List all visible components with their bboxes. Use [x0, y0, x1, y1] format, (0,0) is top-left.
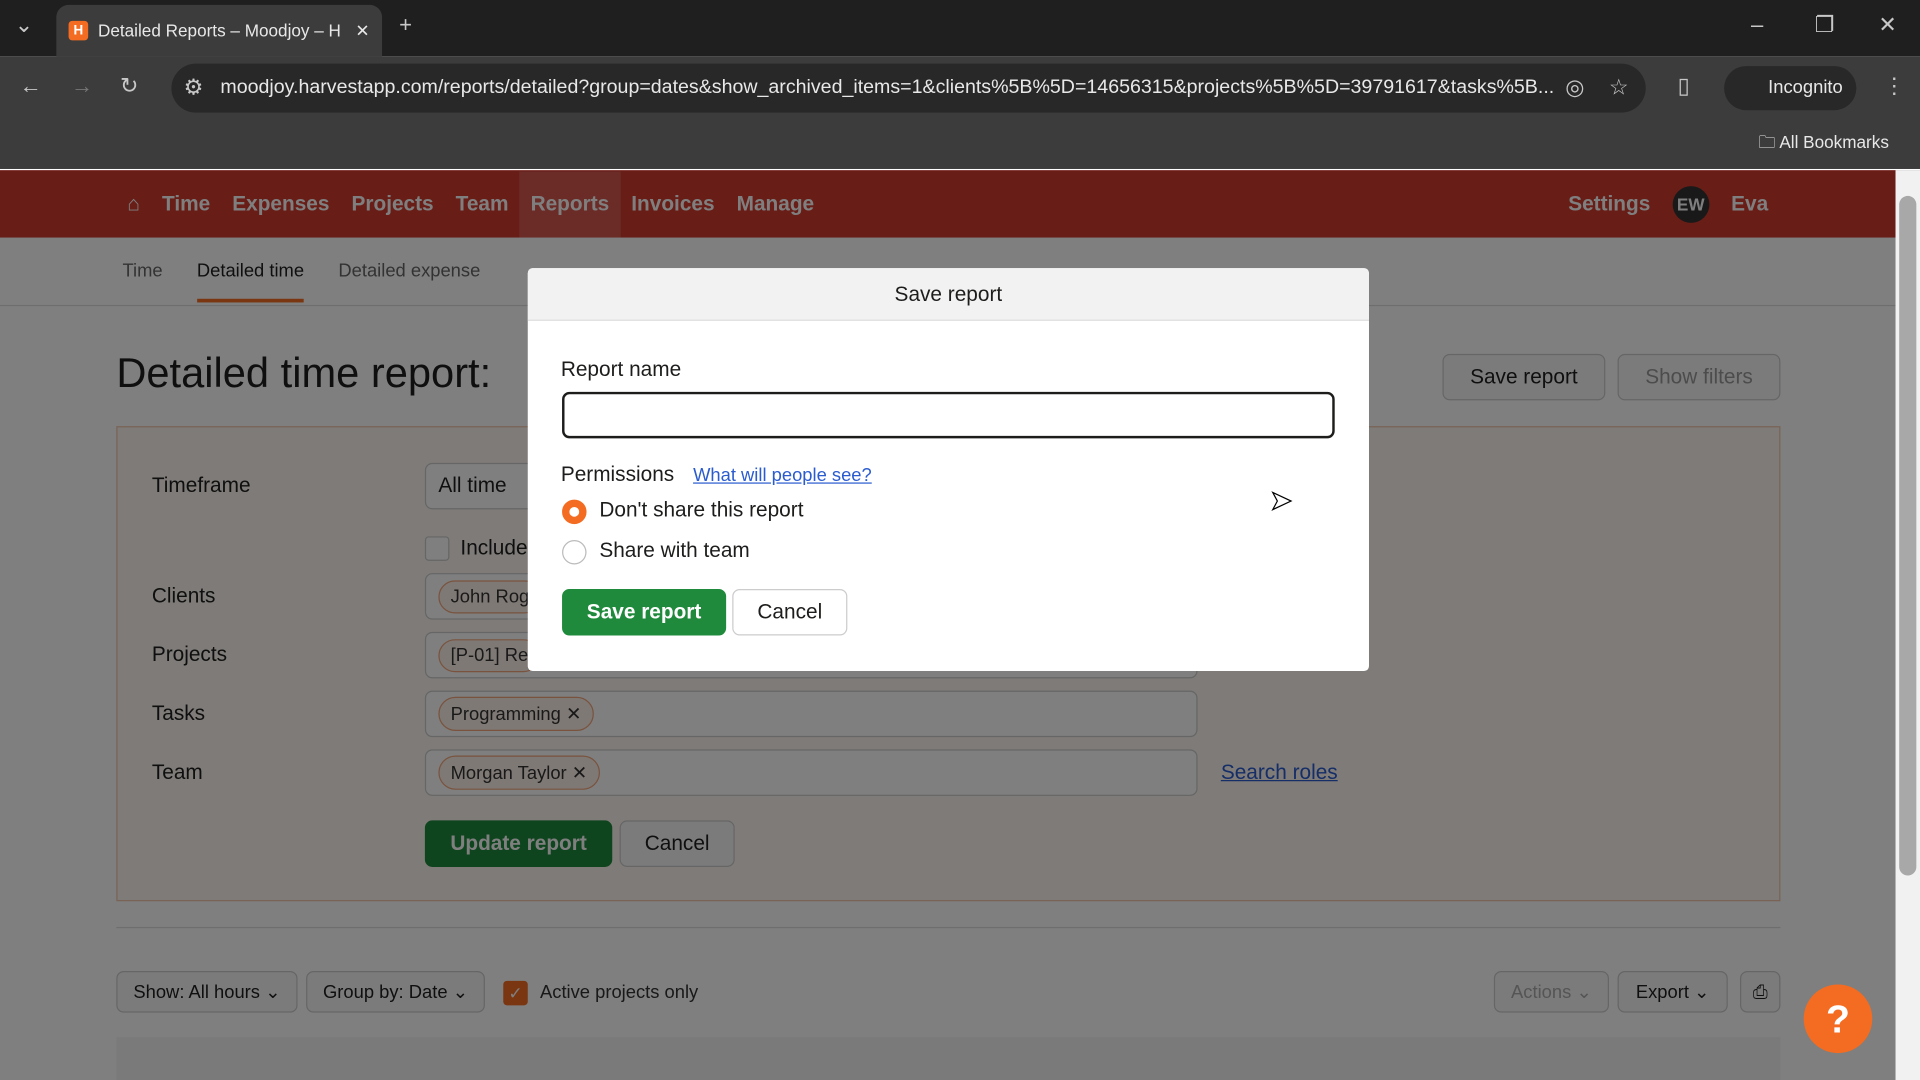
radio-share-team[interactable]: Share with team: [562, 539, 750, 565]
close-window-icon[interactable]: ✕: [1878, 12, 1896, 38]
back-icon[interactable]: ←: [20, 73, 42, 99]
mouse-cursor: ➤: [1269, 484, 1293, 516]
radio-unselected[interactable]: [562, 539, 587, 565]
browser-tab-bar: ⌄ H Detailed Reports – Moodjoy – H ✕ + – ❐…: [0, 0, 1920, 57]
menu-icon[interactable]: ⋮: [1883, 73, 1905, 99]
reload-icon[interactable]: ↻: [120, 73, 138, 99]
browser-tab[interactable]: H Detailed Reports – Moodjoy – H ✕: [56, 4, 383, 57]
tab-search-icon[interactable]: ⌄: [15, 12, 33, 38]
dialog-cancel-button[interactable]: Cancel: [732, 588, 848, 636]
permissions-label: Permissions: [560, 462, 675, 487]
dialog-save-button[interactable]: Save report: [562, 588, 727, 636]
what-will-people-see-link[interactable]: What will people see?: [693, 465, 872, 486]
help-button[interactable]: ?: [1803, 984, 1873, 1054]
address-bar[interactable]: moodjoy.harvestapp.com/reports/detailed?…: [171, 63, 1646, 113]
close-tab-icon[interactable]: ✕: [355, 20, 369, 41]
report-name-label: Report name: [560, 357, 682, 381]
save-report-dialog: Save report Report name Permissions What…: [527, 268, 1369, 672]
dialog-title: Save report: [527, 268, 1369, 321]
eye-off-icon[interactable]: ◎: [1565, 75, 1584, 101]
report-name-input[interactable]: [562, 391, 1335, 439]
star-icon[interactable]: ☆: [1609, 75, 1629, 101]
harvest-favicon: H: [68, 20, 89, 41]
site-info-icon[interactable]: ⚙: [184, 75, 204, 101]
side-panel-icon[interactable]: ▯: [1678, 73, 1690, 99]
radio-selected[interactable]: [562, 499, 587, 524]
forward-icon[interactable]: →: [71, 73, 93, 99]
minimize-icon[interactable]: –: [1751, 12, 1763, 38]
folder-icon: 🗀: [1758, 132, 1780, 152]
scrollbar-thumb[interactable]: [1899, 195, 1917, 876]
incognito-badge[interactable]: Incognito: [1724, 66, 1857, 111]
radio-dont-share[interactable]: Don't share this report: [562, 498, 803, 524]
restore-icon[interactable]: ❐: [1815, 12, 1835, 38]
all-bookmarks[interactable]: 🗀 All Bookmarks: [1758, 130, 1889, 159]
new-tab-icon[interactable]: +: [399, 12, 412, 38]
